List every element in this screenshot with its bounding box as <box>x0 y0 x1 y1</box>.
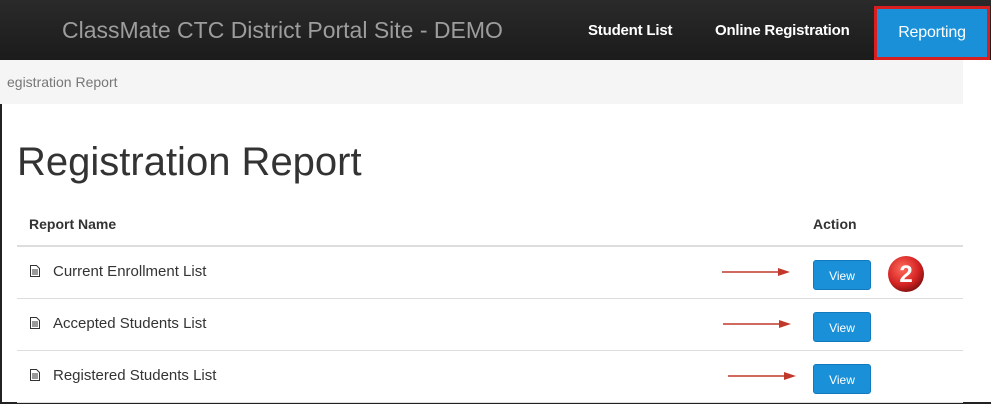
step-badge-number: 2 <box>899 261 912 288</box>
nav-online-registration[interactable]: Online Registration <box>715 0 850 60</box>
annotation-arrow-icon <box>728 372 796 380</box>
document-icon <box>30 369 40 381</box>
step-2-badge-icon: 2 <box>888 256 924 292</box>
table-row: Current Enrollment List View 2 <box>17 247 963 299</box>
breadcrumb-current: egistration Report <box>7 74 118 90</box>
column-header-action: Action <box>813 216 857 232</box>
brand-title[interactable]: ClassMate CTC District Portal Site - DEM… <box>62 0 503 60</box>
annotation-arrow-icon <box>723 320 791 328</box>
report-name[interactable]: Accepted Students List <box>53 315 206 332</box>
document-icon <box>30 265 40 277</box>
nav-student-list[interactable]: Student List <box>588 0 672 60</box>
nav-reporting[interactable]: Reporting <box>874 6 990 60</box>
page-title: Registration Report <box>17 140 362 184</box>
table-row: Accepted Students List View <box>17 299 963 351</box>
breadcrumb: egistration Report <box>0 60 963 104</box>
table-header: Report Name Action <box>17 205 963 247</box>
table-row: Registered Students List View <box>17 351 963 403</box>
view-button-registered-students[interactable]: View <box>813 364 871 394</box>
report-name[interactable]: Registered Students List <box>53 367 216 384</box>
view-button-accepted-students[interactable]: View <box>813 312 871 342</box>
annotation-arrow-icon <box>722 268 790 276</box>
document-icon <box>30 317 40 329</box>
report-name[interactable]: Current Enrollment List <box>53 263 206 280</box>
column-header-report-name: Report Name <box>29 216 117 232</box>
view-button-current-enrollment[interactable]: View <box>813 260 871 290</box>
report-table: Report Name Action Current Enrollment Li… <box>17 205 963 403</box>
top-navbar: ClassMate CTC District Portal Site - DEM… <box>0 0 991 60</box>
